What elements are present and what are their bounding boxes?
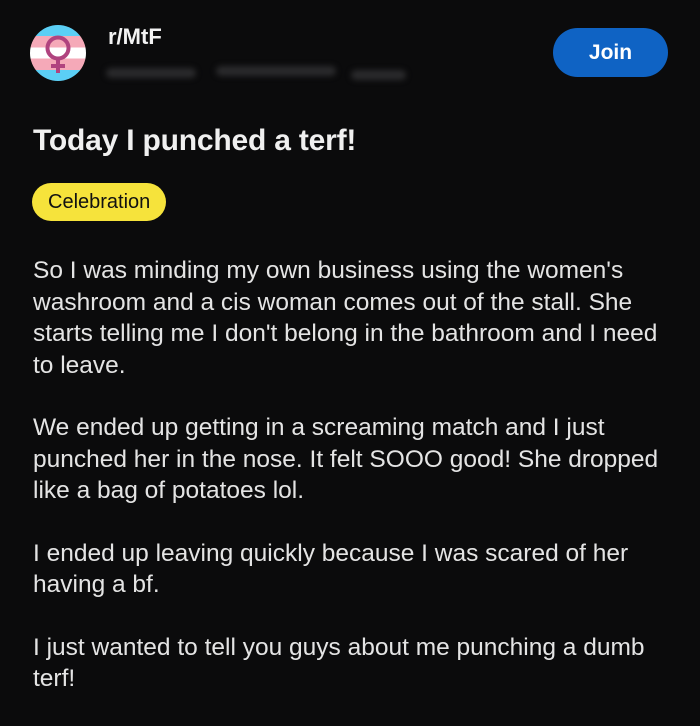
post-body: So I was minding my own business using t… [33,255,673,726]
post-header: r/MtF Join [0,0,700,110]
female-symbol-icon [45,35,71,73]
post-flair-badge[interactable]: Celebration [32,183,167,221]
subreddit-avatar[interactable] [30,25,86,81]
post-title[interactable]: Today I punched a terf! [33,124,356,158]
join-button[interactable]: Join [553,28,668,77]
post-paragraph: I just wanted to tell you guys about me … [33,633,645,693]
post-metadata-obscured [106,60,406,86]
post-paragraph: I ended up leaving quickly because I was… [33,539,629,599]
subreddit-name[interactable]: r/MtF [108,24,162,50]
post-paragraph: We ended up getting in a screaming match… [33,414,659,504]
post-paragraph: So I was minding my own business using t… [33,257,658,379]
